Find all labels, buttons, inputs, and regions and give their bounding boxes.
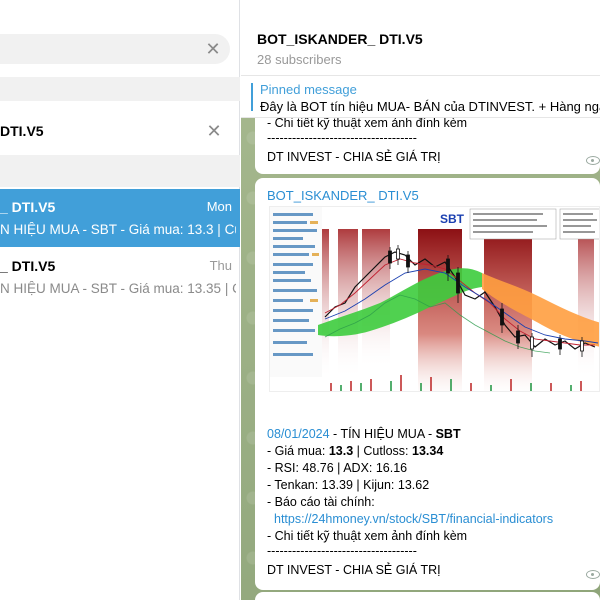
signal-headline: 08/01/2024 - TÍN HIỆU MUA - SBT <box>267 427 461 441</box>
section-separator <box>0 77 240 101</box>
subscriber-count: 28 subscribers <box>257 52 342 67</box>
price-label: - Giá mua: <box>267 444 329 458</box>
pinned-text: Đây là BOT tín hiệu MUA- BÁN của DTINVES… <box>260 99 600 114</box>
views-icon <box>586 156 600 165</box>
red-zone <box>578 229 594 379</box>
pinned-label: Pinned message <box>260 82 357 97</box>
tenkan-kijun-text: - Tenkan: 13.39 | Kijun: 13.62 <box>267 478 430 492</box>
chat-date: Thu <box>209 258 232 273</box>
chart-ticker: SBT <box>440 212 465 226</box>
conversation-pane: - Chi tiết kỹ thuật xem ảnh đính kèm ---… <box>241 0 600 600</box>
message-bubble[interactable] <box>255 592 600 600</box>
message-divider: ------------------------------------ <box>267 544 417 558</box>
cutloss-label: | Cutloss: <box>353 444 412 458</box>
chart-svg: SBT <box>270 207 599 391</box>
chat-name: _ DTI.V5 <box>0 258 56 274</box>
channel-title[interactable]: BOT_ISKANDER_ DTI.V5 <box>257 31 423 47</box>
close-icon[interactable]: ✕ <box>204 40 222 58</box>
chart-image[interactable]: SBT <box>269 206 600 392</box>
chat-preview: N HIỆU MUA - SBT - Giá mua: 13.3 | Cut..… <box>0 222 236 237</box>
search-input[interactable] <box>0 34 230 64</box>
message-sender[interactable]: BOT_ISKANDER_ DTI.V5 <box>267 188 419 203</box>
message-divider: ------------------------------------ <box>267 131 417 145</box>
section-separator <box>0 155 240 187</box>
price-line-text: - Giá mua: 13.3 | Cutloss: 13.34 <box>267 444 443 458</box>
chat-list-item[interactable]: _ DTI.V5 Thu N HIỆU MUA - SBT - Giá mua:… <box>0 248 240 306</box>
recent-search-name[interactable]: DTI.V5 <box>0 123 44 139</box>
pinned-indicator <box>251 83 253 111</box>
red-zone <box>362 229 390 369</box>
price-value: 13.3 <box>328 444 354 458</box>
pinned-message-bar[interactable]: Pinned message Đây là BOT tín hiệu MUA- … <box>241 76 600 118</box>
chat-name: _ DTI.V5 <box>0 199 56 215</box>
views-icon <box>586 570 600 579</box>
message-footer: DT INVEST - CHIA SẺ GIÁ TRỊ <box>267 563 441 577</box>
cutloss-value: 13.34 <box>412 444 444 458</box>
financial-report-link[interactable]: https://24hmoney.vn/stock/SBT/financial-… <box>274 512 553 526</box>
channel-header[interactable]: BOT_ISKANDER_ DTI.V5 28 subscribers <box>241 0 600 76</box>
signal-date[interactable]: 08/01/2024 <box>267 427 330 441</box>
chat-list-item[interactable]: _ DTI.V5 Mon N HIỆU MUA - SBT - Giá mua:… <box>0 189 240 247</box>
close-icon[interactable]: ✕ <box>205 122 223 140</box>
chat-preview: N HIỆU MUA - SBT - Giá mua: 13.35 | C... <box>0 281 236 296</box>
chat-date: Mon <box>206 199 232 214</box>
message-bubble[interactable]: BOT_ISKANDER_ DTI.V5 SBT 08/01/2024 - TÍ… <box>255 178 600 590</box>
rsi-adx-text: - RSI: 48.76 | ADX: 16.16 <box>267 461 408 475</box>
message-footer: DT INVEST - CHIA SẺ GIÁ TRỊ <box>267 150 441 164</box>
red-zone <box>418 229 462 391</box>
detail-text: - Chi tiết kỹ thuật xem ảnh đính kèm <box>267 529 468 543</box>
signal-label: - TÍN HIỆU MUA - <box>329 427 436 441</box>
financial-report-label: - Báo cáo tài chính: <box>267 495 375 509</box>
message-text: - Chi tiết kỹ thuật xem ảnh đính kèm <box>267 116 468 130</box>
signal-ticker: SBT <box>435 427 461 441</box>
chat-list-pane: ✕ DTI.V5 ✕ _ DTI.V5 Mon N HIỆU MUA - SBT… <box>0 0 240 600</box>
